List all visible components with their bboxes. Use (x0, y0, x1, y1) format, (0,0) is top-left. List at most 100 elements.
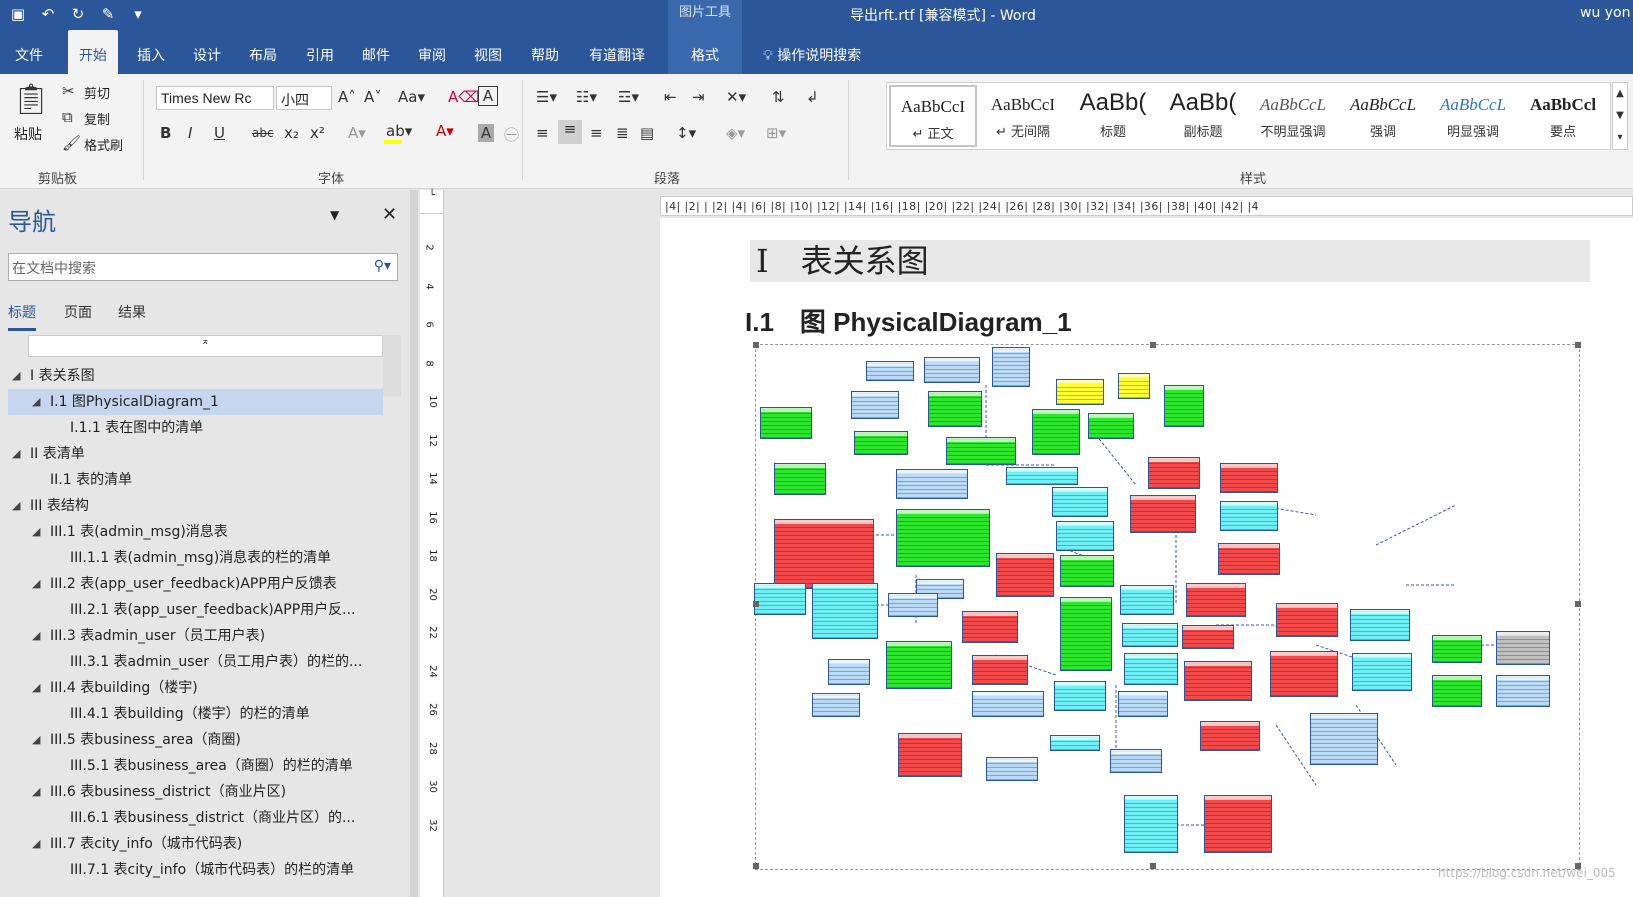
distributed-icon[interactable]: ▤ (640, 124, 654, 142)
font-color-icon[interactable]: A▾ (436, 122, 454, 140)
strikethrough-icon[interactable]: abc (252, 126, 274, 140)
resize-handle[interactable] (1575, 601, 1581, 607)
nav-heading-item[interactable]: ◢ I 表关系图 (8, 363, 383, 389)
highlight-icon[interactable]: ab▾ (386, 122, 412, 140)
tab-results[interactable]: 结果 (118, 302, 146, 322)
undo-icon[interactable]: ↶ (38, 4, 58, 24)
line-spacing-icon[interactable]: ↕▾ (676, 124, 696, 142)
tab-help[interactable]: 帮助 (520, 30, 570, 74)
chinese-layout-icon[interactable]: ✕▾ (726, 88, 746, 106)
nav-heading-item[interactable]: ◢ III.4 表building（楼宇) (8, 675, 383, 701)
nav-heading-item[interactable]: ◢ III.2 表(app_user_feedback)APP用户反馈表 (8, 571, 383, 597)
tab-review[interactable]: 审阅 (407, 30, 457, 74)
expand-arrow-icon[interactable]: ◢ (12, 441, 20, 467)
font-size-combo[interactable]: 小四 (276, 86, 332, 110)
expand-arrow-icon[interactable]: ◢ (32, 675, 40, 701)
tab-layout[interactable]: 布局 (238, 30, 288, 74)
nav-heading-item[interactable]: ◢ III.3 表admin_user（员工用户表) (8, 623, 383, 649)
tell-me-search[interactable]: 💡︎ 操作说明搜索 (752, 30, 872, 74)
expand-arrow-icon[interactable]: ◢ (32, 389, 40, 415)
resize-handle[interactable] (753, 863, 759, 869)
pane-divider[interactable] (410, 190, 418, 897)
resize-handle[interactable] (753, 601, 759, 607)
expand-arrow-icon[interactable]: ◢ (32, 779, 40, 805)
nav-heading-item[interactable]: III.5.1 表business_area（商圈）的栏的清单 (8, 753, 383, 779)
nav-heading-item[interactable]: ◢ III.6 表business_district（商业片区) (8, 779, 383, 805)
grow-font-icon[interactable]: A˄ (338, 88, 356, 106)
style-strong[interactable]: AaBbCcl 要点 (1519, 85, 1607, 147)
align-right-icon[interactable]: ≡ (590, 124, 603, 142)
style-emphasis[interactable]: AaBbCcL 强调 (1339, 85, 1427, 147)
nav-scrollbar[interactable] (383, 335, 401, 397)
style-intense-emphasis[interactable]: AaBbCcL 明显强调 (1429, 85, 1517, 147)
style-subtitle[interactable]: AaBb(副标题 (1159, 85, 1247, 147)
expand-arrow-icon[interactable]: ◢ (12, 493, 20, 519)
italic-icon[interactable]: I (188, 124, 192, 142)
borders-icon[interactable]: ⊞▾ (766, 124, 786, 142)
nav-heading-item[interactable]: ◢ III.7 表city_info（城市代码表) (8, 831, 383, 857)
char-border-icon[interactable]: A (478, 86, 498, 106)
nav-heading-item[interactable]: ◢ I.1 图PhysicalDiagram_1 (8, 389, 383, 415)
resize-handle[interactable] (1575, 342, 1581, 348)
decrease-indent-icon[interactable]: ⇤ (664, 88, 677, 106)
nav-heading-item[interactable]: III.6.1 表business_district（商业片区）的... (8, 805, 383, 831)
char-shading-icon[interactable]: A (478, 124, 494, 142)
tab-file[interactable]: 文件 (4, 30, 54, 74)
nav-heading-item[interactable]: ◢ III.5 表business_area（商圈) (8, 727, 383, 753)
styles-scroll-icon[interactable]: ▲ ▼ ▾ (1612, 82, 1628, 150)
numbering-icon[interactable]: ☷▾ (576, 88, 597, 106)
nav-heading-item[interactable]: ◢ III 表结构 (8, 493, 383, 519)
cut-button[interactable]: 剪切 (84, 83, 110, 102)
redo-icon[interactable]: ↻ (68, 4, 88, 24)
subscript-icon[interactable]: x₂ (284, 124, 299, 142)
bullets-icon[interactable]: ☰▾ (536, 88, 557, 106)
enclose-char-icon[interactable]: ㊀ (504, 124, 519, 145)
sort-icon[interactable]: ⇅ (772, 88, 785, 106)
close-icon[interactable]: ✕ (382, 204, 397, 225)
align-left-icon[interactable]: ≡ (536, 124, 549, 142)
justify-icon[interactable]: ≣ (616, 124, 629, 142)
increase-indent-icon[interactable]: ⇥ (692, 88, 705, 106)
expand-arrow-icon[interactable]: ◢ (32, 519, 40, 545)
nav-heading-item[interactable]: III.1.1 表(admin_msg)消息表的栏的清单 (8, 545, 383, 571)
horizontal-ruler[interactable]: |4| |2| | |2| |4| |6| |8| |10| |12| |14|… (660, 196, 1633, 216)
tab-mailings[interactable]: 邮件 (351, 30, 401, 74)
edit-icon[interactable]: ✎ (98, 4, 118, 24)
vertical-ruler[interactable]: └ 2 4 6 8 10 12 14 16 18 20 22 24 26 28 30 32 (420, 190, 444, 897)
tab-references[interactable]: 引用 (295, 30, 345, 74)
format-painter-button[interactable]: 格式刷 (84, 135, 123, 154)
multilevel-list-icon[interactable]: ☲▾ (618, 88, 639, 106)
style-no-spacing[interactable]: AaBbCcI ↵ 无间隔 (979, 85, 1067, 147)
copy-button[interactable]: 复制 (84, 109, 110, 128)
resize-handle[interactable] (1150, 863, 1156, 869)
nav-heading-item[interactable]: ◢ II 表清单 (8, 441, 383, 467)
shading-icon[interactable]: ◈▾ (726, 124, 745, 142)
search-icon[interactable]: ⚲▾ (374, 258, 391, 274)
font-name-combo[interactable]: Times New Rc (156, 86, 274, 110)
nav-options-icon[interactable]: ▼ (330, 208, 339, 222)
nav-heading-item[interactable]: III.3.1 表admin_user（员工用户表）的栏的... (8, 649, 383, 675)
text-effects-icon[interactable]: A▾ (348, 124, 366, 142)
tab-home[interactable]: 开始 (68, 30, 118, 76)
style-normal[interactable]: AaBbCcI ↵ 正文 (889, 85, 977, 147)
shrink-font-icon[interactable]: A˅ (364, 88, 382, 106)
tab-youdao[interactable]: 有道翻译 (578, 30, 656, 74)
align-center-icon[interactable]: ≡ (558, 120, 582, 144)
heading-1[interactable]: I 表关系图 (750, 240, 1590, 282)
customize-icon[interactable]: ▾ (128, 4, 148, 24)
tab-design[interactable]: 设计 (182, 30, 232, 74)
change-case-icon[interactable]: Aa▾ (398, 88, 425, 106)
expand-arrow-icon[interactable]: ◢ (12, 363, 20, 389)
save-icon[interactable]: ▣ (8, 4, 28, 24)
paste-button[interactable]: 粘贴 (14, 124, 42, 144)
expand-arrow-icon[interactable]: ◢ (32, 831, 40, 857)
nav-heading-item[interactable]: ◢ III.1 表(admin_msg)消息表 (8, 519, 383, 545)
expand-arrow-icon[interactable]: ◢ (32, 571, 40, 597)
tab-headings[interactable]: 标题 (8, 302, 36, 331)
nav-heading-item[interactable]: II.1 表的清单 (8, 467, 383, 493)
heading-2[interactable]: I.1 图 PhysicalDiagram_1 (745, 302, 1072, 339)
bold-icon[interactable]: B (160, 124, 171, 142)
resize-handle[interactable] (753, 342, 759, 348)
tab-selector-icon[interactable]: └ (420, 190, 444, 214)
nav-heading-item[interactable]: I.1.1 表在图中的清单 (8, 415, 383, 441)
